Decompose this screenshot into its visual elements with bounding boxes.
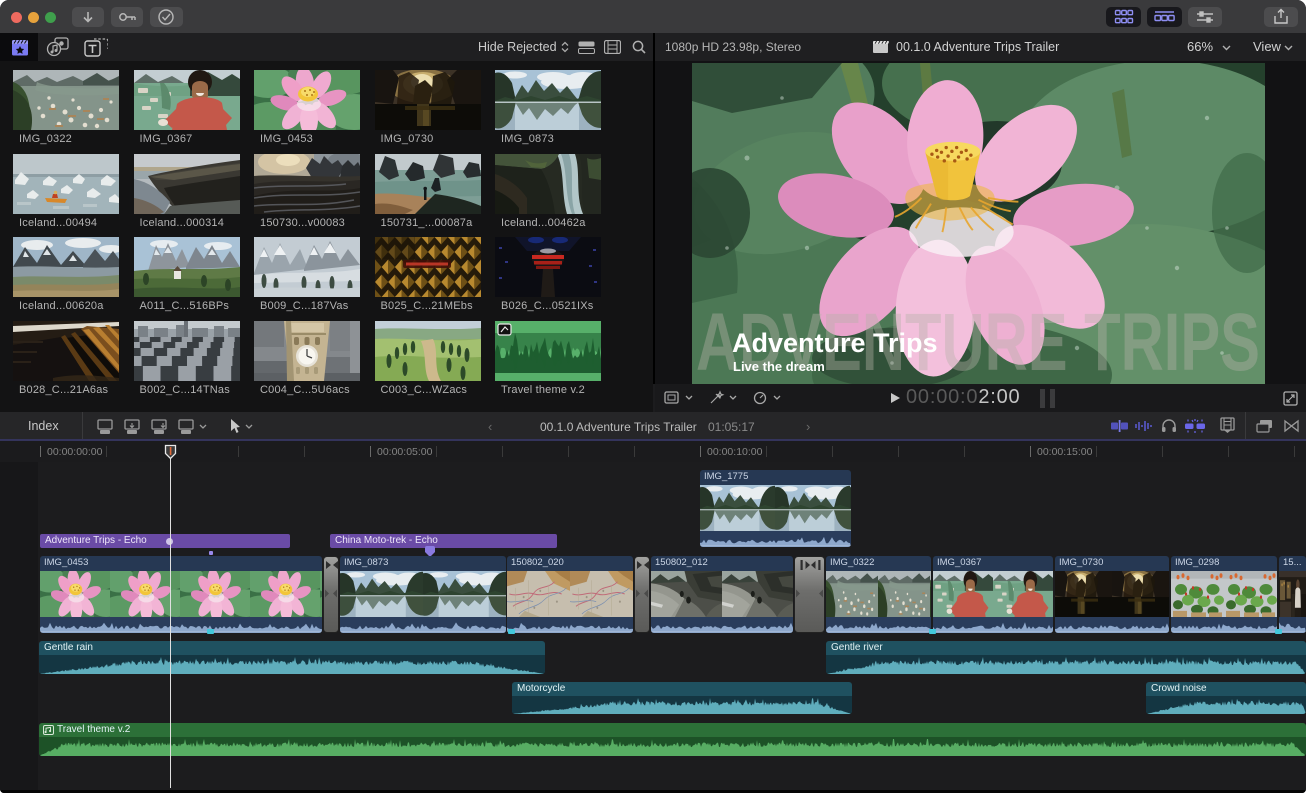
svg-text:Adventure Trips: Adventure Trips — [732, 328, 938, 358]
svg-text:Live the dream: Live the dream — [733, 359, 825, 374]
